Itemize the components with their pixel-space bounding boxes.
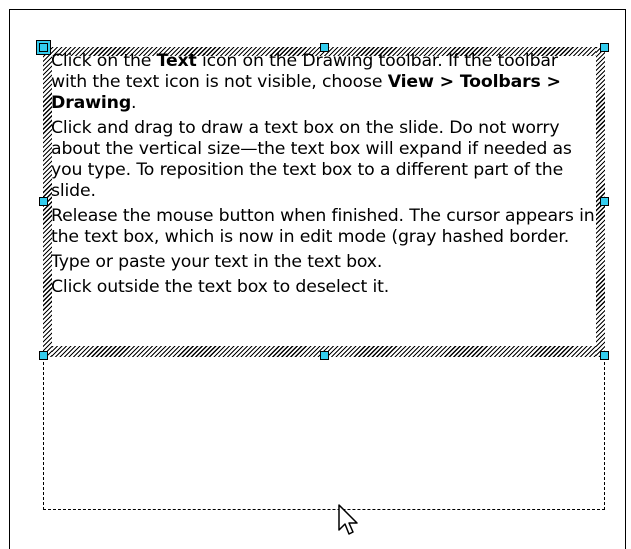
paragraph-1-bold-text: Text xyxy=(156,51,197,71)
resize-handle-top-left[interactable] xyxy=(36,40,51,55)
resize-handle-top-right[interactable] xyxy=(600,43,609,52)
text-box-content[interactable]: Click on the Text icon on the Drawing to… xyxy=(51,51,596,302)
paragraph-1-prefix: Click on the xyxy=(51,51,157,71)
resize-handle-bottom-left[interactable] xyxy=(39,351,48,360)
resize-handle-middle-right[interactable] xyxy=(600,197,609,206)
paragraph-3: Release the mouse button when finished. … xyxy=(51,206,595,247)
resize-handle-top-center[interactable] xyxy=(320,43,329,52)
paragraph-1-suffix: . xyxy=(131,93,137,113)
paragraph-5: Click outside the text box to deselect i… xyxy=(51,277,390,297)
resize-handle-bottom-center[interactable] xyxy=(320,351,329,360)
paragraph-2: Click and drag to draw a text box on the… xyxy=(51,118,572,201)
mouse-pointer-icon xyxy=(338,504,360,542)
resize-handle-bottom-right[interactable] xyxy=(600,351,609,360)
paragraph-4: Type or paste your text in the text box. xyxy=(51,252,383,272)
paragraph-1: Click on the Text icon on the Drawing to… xyxy=(51,51,596,114)
resize-handle-middle-left[interactable] xyxy=(39,197,48,206)
